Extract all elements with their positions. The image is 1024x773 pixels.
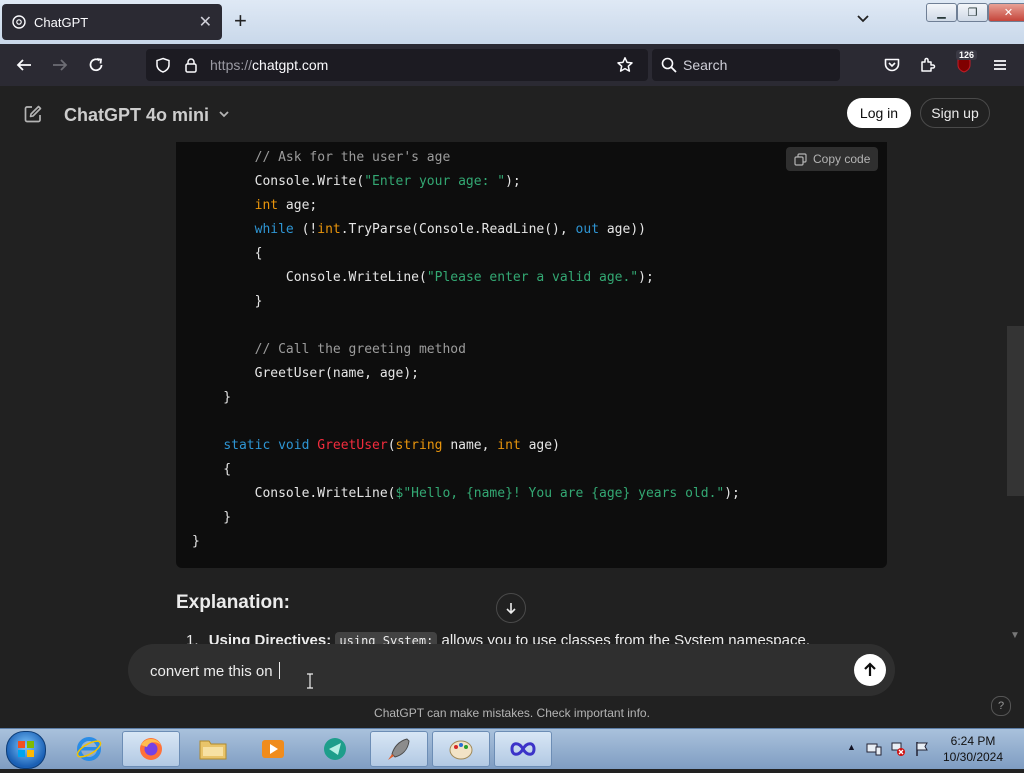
reload-icon[interactable] bbox=[85, 54, 107, 76]
show-hidden-icons-arrow-icon[interactable]: ▲ bbox=[847, 742, 856, 752]
list-all-tabs-chevron-icon[interactable] bbox=[855, 11, 871, 32]
browser-tab-strip: ChatGPT ✕ + ▁ ❐ ✕ bbox=[0, 0, 1024, 44]
new-chat-pencil-icon[interactable] bbox=[22, 103, 44, 125]
minimize-window-icon[interactable]: ▁ bbox=[926, 3, 957, 22]
code-line: static void GreetUser(string name, int a… bbox=[223, 438, 560, 453]
media-player-icon bbox=[262, 740, 284, 758]
devices-icon[interactable] bbox=[866, 741, 882, 762]
code-content: // Ask for the user's age Console.Write(… bbox=[192, 146, 740, 554]
copy-code-button[interactable]: Copy code bbox=[786, 147, 878, 171]
url-protocol: https:// bbox=[210, 57, 253, 73]
system-clock[interactable]: 6:24 PM 10/30/2024 bbox=[928, 733, 1018, 765]
ublock-badge-count: 126 bbox=[956, 50, 978, 60]
search-placeholder: Search bbox=[683, 57, 728, 73]
code-line: Console.WriteLine("Please enter a valid … bbox=[192, 270, 654, 285]
back-arrow-icon[interactable] bbox=[13, 54, 35, 76]
code-line: } bbox=[192, 390, 232, 405]
app-menu-hamburger-icon[interactable] bbox=[989, 54, 1011, 76]
send-button[interactable] bbox=[854, 654, 886, 686]
taskbar-rocket-app[interactable] bbox=[370, 731, 428, 767]
taskbar-paint[interactable] bbox=[432, 731, 490, 767]
disclaimer-text: ChatGPT can make mistakes. Check importa… bbox=[374, 706, 650, 720]
clock-date: 10/30/2024 bbox=[942, 750, 1004, 764]
taskbar-internet-explorer[interactable] bbox=[60, 731, 118, 767]
bookmark-star-icon[interactable] bbox=[614, 54, 636, 76]
ibeam-cursor-icon bbox=[306, 673, 314, 694]
taskbar-firefox[interactable] bbox=[122, 731, 180, 767]
address-bar[interactable]: https://chatgpt.com bbox=[146, 49, 648, 81]
explanation-heading: Explanation: bbox=[176, 592, 291, 613]
text-caret bbox=[278, 662, 280, 679]
arrow-up-icon bbox=[862, 662, 878, 678]
tracking-shield-icon[interactable] bbox=[152, 54, 174, 76]
code-line: } bbox=[192, 534, 200, 549]
search-bar[interactable]: Search bbox=[652, 49, 840, 81]
message-input[interactable]: convert me this on bbox=[150, 662, 280, 680]
url-host: chatgpt.com bbox=[252, 57, 329, 73]
lock-icon[interactable] bbox=[180, 54, 202, 76]
tab-close-icon[interactable]: ✕ bbox=[199, 12, 212, 32]
code-line: while (!int.TryParse(Console.ReadLine(),… bbox=[254, 222, 646, 237]
code-line: Console.WriteLine($"Hello, {name}! You a… bbox=[192, 486, 740, 501]
firefox-icon bbox=[140, 738, 162, 760]
code-block: // Ask for the user's age Console.Write(… bbox=[176, 142, 887, 568]
taskbar-green-app[interactable] bbox=[306, 731, 364, 767]
rocket-icon bbox=[388, 738, 410, 760]
page-scrollbar-thumb[interactable] bbox=[1007, 326, 1024, 496]
chatgpt-header: ChatGPT 4o mini Log in Sign up bbox=[0, 86, 1024, 142]
taskbar-infinity-app[interactable] bbox=[494, 731, 552, 767]
forward-arrow-icon[interactable] bbox=[49, 54, 71, 76]
folder-icon bbox=[199, 740, 227, 760]
tab-title: ChatGPT bbox=[34, 14, 89, 30]
help-button[interactable]: ? bbox=[991, 696, 1011, 716]
search-icon bbox=[658, 54, 680, 76]
arrow-down-icon bbox=[504, 601, 518, 615]
green-app-icon bbox=[324, 738, 346, 760]
code-line: // Call the greeting method bbox=[254, 342, 466, 357]
log-in-button[interactable]: Log in bbox=[847, 98, 911, 128]
internet-explorer-icon bbox=[76, 737, 102, 761]
copy-code-label: Copy code bbox=[813, 152, 871, 166]
chevron-down-icon bbox=[218, 104, 230, 125]
browser-tab-chatgpt[interactable]: ChatGPT ✕ bbox=[2, 4, 222, 40]
windows-taskbar: ▲ 6:24 PM 10/30/2024 bbox=[0, 728, 1024, 769]
chatgpt-favicon-icon bbox=[12, 15, 26, 29]
code-line: } bbox=[192, 510, 232, 525]
code-line: { bbox=[192, 462, 232, 477]
taskbar-media-player[interactable] bbox=[244, 731, 302, 767]
paint-palette-icon bbox=[449, 740, 473, 760]
code-line: GreetUser(name, age); bbox=[192, 366, 419, 381]
close-window-icon[interactable]: ✕ bbox=[988, 3, 1024, 22]
new-tab-icon[interactable]: + bbox=[234, 10, 247, 32]
message-input-text: convert me this on bbox=[150, 663, 277, 680]
network-warning-icon[interactable] bbox=[890, 741, 906, 762]
code-line: int age; bbox=[254, 198, 318, 213]
extensions-puzzle-icon[interactable] bbox=[917, 54, 939, 76]
code-line: } bbox=[192, 294, 263, 309]
code-line: Console.Write("Enter your age: "); bbox=[192, 174, 521, 189]
infinity-icon bbox=[510, 742, 536, 756]
url-text[interactable]: https://chatgpt.com bbox=[210, 57, 328, 73]
model-name: ChatGPT 4o mini bbox=[64, 105, 210, 125]
restore-window-icon[interactable]: ❐ bbox=[957, 3, 988, 22]
code-line: { bbox=[192, 246, 263, 261]
clock-time: 6:24 PM bbox=[950, 734, 996, 748]
copy-icon bbox=[794, 152, 807, 166]
model-selector[interactable]: ChatGPT 4o mini bbox=[64, 104, 230, 126]
code-line: // Ask for the user's age bbox=[254, 150, 451, 165]
start-button[interactable] bbox=[6, 731, 46, 769]
taskbar-file-explorer[interactable] bbox=[184, 731, 242, 767]
message-composer[interactable]: convert me this on bbox=[128, 644, 895, 696]
scroll-to-bottom-button[interactable] bbox=[496, 593, 526, 623]
pocket-icon[interactable] bbox=[881, 54, 903, 76]
windows-logo-icon bbox=[18, 741, 34, 757]
browser-navigation-bar: https://chatgpt.com Search 126 bbox=[0, 44, 1024, 86]
sign-up-button[interactable]: Sign up bbox=[920, 98, 990, 128]
scrollbar-down-arrow-icon[interactable]: ▼ bbox=[1010, 630, 1020, 641]
